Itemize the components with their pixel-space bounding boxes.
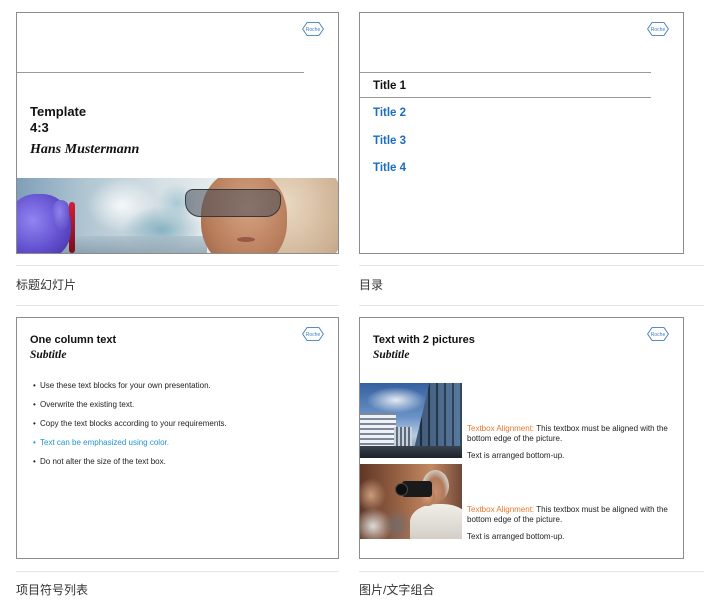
caption-text-with-pictures[interactable]: 图片/文字组合 (359, 582, 434, 598)
slide-title-line-2: 4:3 (30, 120, 49, 135)
textbox-2-note: Text is arranged bottom-up. (467, 532, 565, 541)
template-thumbnail-title-slide[interactable]: Roche Template 4:3 Hans Mustermann (16, 12, 339, 254)
bullet-list: Use these text blocks for your own prese… (33, 381, 227, 476)
slide-title: One column text (30, 334, 117, 346)
caption-title-slide[interactable]: 标题幻灯片 (16, 277, 76, 293)
lab-photo (17, 178, 338, 253)
roche-logo-text: Roche (306, 332, 321, 338)
toc-active-divider (360, 97, 651, 98)
slide-title: Text with 2 pictures (373, 334, 475, 346)
bullet-item: Use these text blocks for your own prese… (33, 381, 227, 391)
alignment-label: Textbox Alignment: (467, 505, 535, 514)
building-photo (360, 383, 462, 458)
bullet-item: Copy the text blocks according to your r… (33, 419, 227, 429)
bullet-item: Text can be emphasized using color. (33, 438, 227, 448)
roche-logo-icon: Roche (647, 22, 669, 36)
toc-item: Title 3 (373, 135, 407, 147)
slide-title-line-1: Template (30, 104, 87, 119)
toc-top-divider (360, 72, 651, 73)
toc-item-active: Title 1 (373, 80, 407, 92)
textbox-1-note: Text is arranged bottom-up. (467, 451, 565, 460)
card-divider (16, 571, 339, 572)
card-divider (359, 571, 704, 572)
roche-logo-text: Roche (651, 332, 666, 338)
caption-bullet-list[interactable]: 项目符号列表 (16, 582, 88, 598)
toc-item: Title 4 (373, 162, 407, 174)
roche-logo-icon: Roche (647, 327, 669, 341)
template-thumbnail-toc[interactable]: Roche Title 1 Title 2 Title 3 Title 4 (359, 12, 684, 254)
title-divider (17, 72, 304, 73)
slide-author: Hans Mustermann (30, 142, 140, 157)
roche-logo-icon: Roche (302, 327, 324, 341)
caption-toc[interactable]: 目录 (359, 277, 383, 293)
card-divider (16, 305, 339, 306)
toc-item: Title 2 (373, 107, 407, 119)
roche-logo-icon: Roche (302, 22, 324, 36)
bullet-item: Overwrite the existing text. (33, 400, 227, 410)
bullet-item: Do not alter the size of the text box. (33, 457, 227, 467)
alignment-label: Textbox Alignment: (467, 424, 535, 433)
roche-logo-text: Roche (306, 27, 321, 33)
template-thumbnail-bullet-list[interactable]: Roche One column text Subtitle Use these… (16, 317, 339, 559)
slide-subtitle: Subtitle (373, 349, 410, 361)
textbox-2: Textbox Alignment: This textbox must be … (467, 505, 679, 525)
textbox-1: Textbox Alignment: This textbox must be … (467, 424, 679, 444)
slide-subtitle: Subtitle (30, 349, 67, 361)
card-divider (359, 265, 704, 266)
template-thumbnail-text-with-pictures[interactable]: Roche Text with 2 pictures Subtitle Text… (359, 317, 684, 559)
card-divider (16, 265, 339, 266)
roche-logo-text: Roche (651, 27, 666, 33)
card-divider (359, 305, 704, 306)
photographer-photo (360, 464, 462, 539)
